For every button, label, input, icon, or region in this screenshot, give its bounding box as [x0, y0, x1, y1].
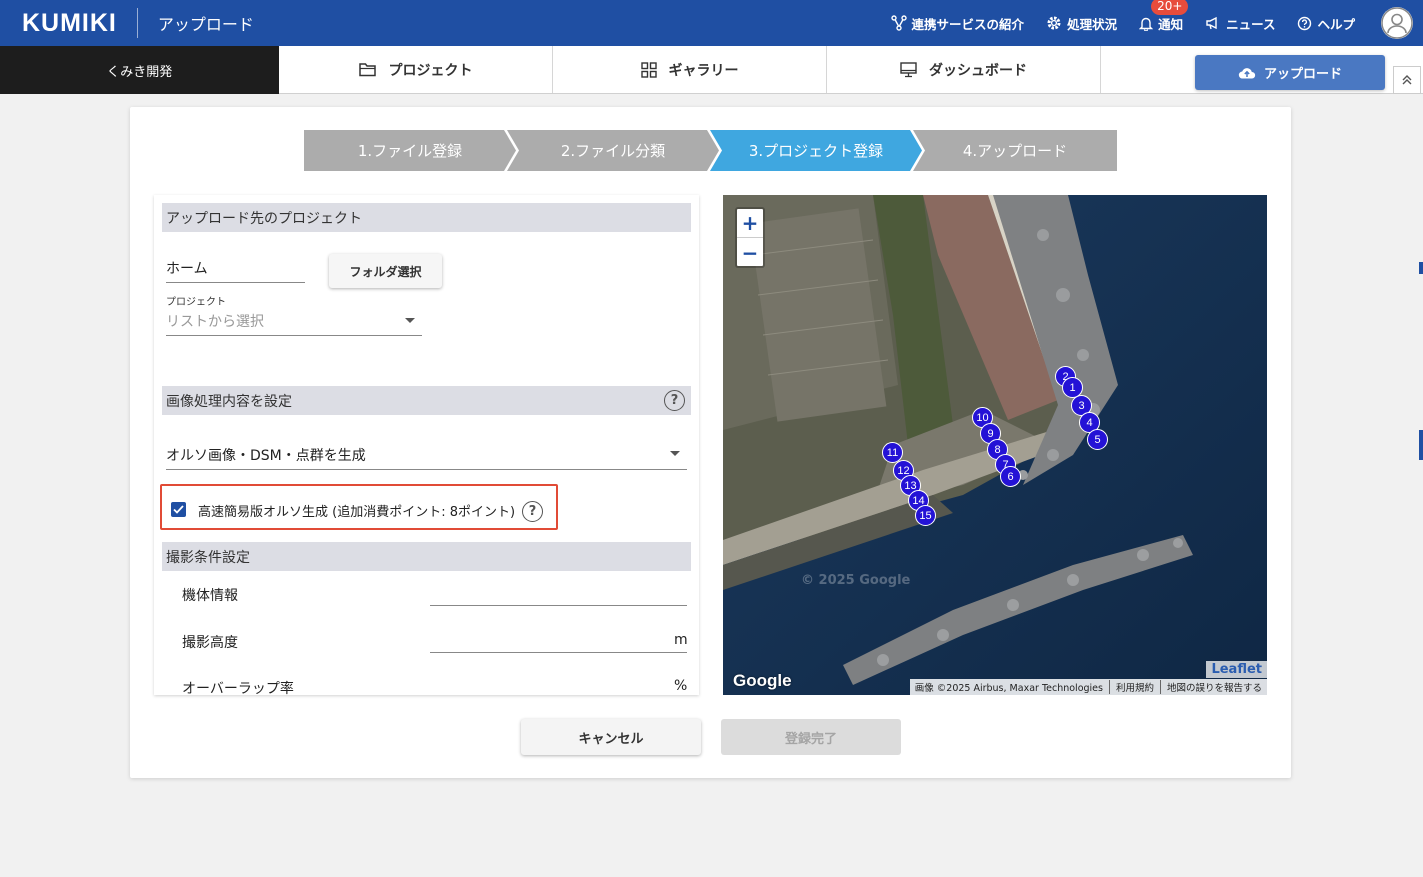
map-watermark: © 2025 Google	[801, 573, 911, 588]
map-attribution: 画像 ©2025 Airbus, Maxar Technologies 利用規約…	[909, 679, 1267, 695]
window-edge-marker	[1419, 262, 1423, 274]
tab-gallery[interactable]: ギャラリー	[553, 46, 827, 93]
leaflet-link[interactable]: Leaflet	[1206, 661, 1267, 678]
collapse-header-button[interactable]	[1393, 66, 1421, 94]
processing-option-value: オルソ画像・DSM・点群を生成	[166, 448, 366, 464]
main-navigation: くみき開発 プロジェクト ギャラリー ダッシュボード アップロード	[0, 46, 1423, 94]
checkmark-icon	[173, 505, 184, 514]
fast-ortho-help-icon[interactable]: ?	[522, 501, 543, 522]
folder-select-button[interactable]: フォルダ選択	[329, 254, 442, 288]
cancel-button[interactable]: キャンセル	[521, 719, 701, 755]
news-link[interactable]: ニュース	[1205, 14, 1275, 33]
news-label: ニュース	[1226, 16, 1276, 32]
step-label: 3.プロジェクト登録	[748, 142, 884, 160]
processing-status-label: 処理状況	[1067, 16, 1118, 32]
top-bar: KUMIKI アップロード 連携サービスの紹介 処理状況 通知 20+ ニュース…	[0, 0, 1423, 46]
megaphone-icon	[1206, 16, 1217, 30]
section-header-image-processing: 画像処理内容を設定 ?	[162, 386, 691, 415]
altitude-unit: m	[674, 632, 688, 648]
altitude-label: 撮影高度	[182, 635, 238, 651]
notifications-link[interactable]: 通知 20+	[1139, 0, 1189, 33]
project-field-label: プロジェクト	[166, 297, 226, 308]
help-circle-icon	[1298, 16, 1312, 30]
upload-button[interactable]: アップロード	[1195, 55, 1385, 90]
window-edge-marker	[1419, 430, 1423, 460]
overlap-label: オーバーラップ率	[182, 681, 294, 695]
upload-button-label: アップロード	[1263, 67, 1342, 82]
step-file-registration: 1.ファイル登録	[304, 130, 516, 171]
integration-services-link[interactable]: 連携サービスの紹介	[890, 14, 1025, 33]
help-label: ヘルプ	[1317, 16, 1355, 32]
photo-marker-5[interactable]: 5	[1087, 429, 1108, 450]
photo-marker-6[interactable]: 6	[1000, 466, 1021, 487]
altitude-input[interactable]	[430, 652, 687, 653]
zoom-out-button[interactable]: −	[737, 238, 763, 267]
report-map-error-link[interactable]: 地図の誤りを報告する	[1159, 680, 1262, 694]
aircraft-info-input[interactable]	[430, 605, 687, 606]
tab-projects-label: プロジェクト	[388, 62, 473, 79]
registration-complete-button[interactable]: 登録完了	[721, 719, 901, 755]
imagery-credit: 画像 ©2025 Airbus, Maxar Technologies	[914, 683, 1103, 694]
terms-link[interactable]: 利用規約	[1108, 680, 1154, 694]
notifications-label: 通知	[1158, 16, 1184, 32]
step-file-classification: 2.ファイル分類	[507, 130, 719, 171]
user-avatar-icon	[1381, 7, 1413, 39]
upload-stepper: 1.ファイル登録 2.ファイル分類 3.プロジェクト登録 4.アップロード	[304, 130, 1117, 171]
tab-gallery-label: ギャラリー	[668, 62, 739, 79]
help-link[interactable]: ヘルプ	[1297, 14, 1355, 33]
double-chevron-up-icon	[1402, 75, 1412, 85]
cloud-upload-icon	[1238, 67, 1256, 79]
grid-icon	[640, 61, 657, 78]
user-avatar[interactable]	[1381, 7, 1413, 39]
project-select[interactable]	[166, 335, 422, 336]
section-title: 撮影条件設定	[166, 549, 250, 566]
fast-ortho-label: 高速簡易版オルソ生成 (追加消費ポイント: 8ポイント)	[198, 505, 516, 520]
processing-dropdown-caret-icon	[670, 451, 680, 456]
zoom-in-button[interactable]: +	[737, 209, 763, 238]
destination-folder-value: ホーム	[166, 261, 208, 277]
step-upload: 4.アップロード	[913, 130, 1117, 171]
help-circle-icon[interactable]: ?	[664, 390, 685, 411]
step-project-registration: 3.プロジェクト登録	[710, 130, 922, 171]
registration-form-panel: アップロード先のプロジェクト ホーム フォルダ選択 プロジェクト リストから選択…	[154, 195, 699, 695]
header-actions: 連携サービスの紹介 処理状況 通知 20+ ニュース ヘルプ	[890, 0, 1423, 46]
photo-marker-15[interactable]: 15	[915, 505, 936, 526]
project-registration-card: 1.ファイル登録 2.ファイル分類 3.プロジェクト登録 4.アップロード アッ…	[130, 107, 1291, 778]
integration-services-label: 連携サービスの紹介	[911, 16, 1025, 32]
map-zoom-control: + −	[735, 207, 765, 268]
processing-option-select[interactable]	[166, 469, 687, 470]
google-logo: Google	[733, 671, 792, 690]
section-title: 画像処理内容を設定	[166, 393, 292, 410]
destination-folder-field[interactable]	[166, 282, 305, 283]
step-label: 4.アップロード	[962, 142, 1068, 160]
organization-selector[interactable]: くみき開発	[0, 46, 279, 94]
project-select-placeholder: リストから選択	[166, 314, 264, 330]
integration-icon	[890, 15, 907, 31]
notification-count-badge: 20+	[1151, 0, 1189, 15]
step-label: 2.ファイル分類	[560, 142, 666, 160]
processing-status-link[interactable]: 処理状況	[1046, 14, 1117, 33]
tab-dashboard[interactable]: ダッシュボード	[827, 46, 1101, 93]
logo-divider	[136, 8, 138, 38]
page-title: アップロード	[157, 15, 254, 34]
monitor-icon	[900, 61, 917, 77]
folder-icon	[358, 63, 376, 77]
tab-projects[interactable]: プロジェクト	[279, 46, 553, 93]
section-header-shooting-conditions: 撮影条件設定	[162, 542, 691, 571]
bell-icon	[1139, 17, 1154, 31]
section-title: アップロード先のプロジェクト	[166, 210, 362, 227]
aircraft-info-label: 機体情報	[182, 588, 238, 604]
gear-icon	[1047, 16, 1061, 30]
tab-dashboard-label: ダッシュボード	[929, 62, 1027, 79]
fast-ortho-checkbox[interactable]	[171, 502, 186, 517]
photo-location-map[interactable]: + − © 2025 Google 2 1 3 4 5 10 9 8 7 6 1…	[723, 195, 1267, 695]
step-label: 1.ファイル登録	[357, 142, 463, 160]
kumiki-logo[interactable]: KUMIKI	[22, 9, 117, 38]
section-header-upload-project: アップロード先のプロジェクト	[162, 203, 691, 232]
overlap-unit: %	[674, 678, 688, 694]
project-dropdown-caret-icon	[405, 318, 415, 323]
